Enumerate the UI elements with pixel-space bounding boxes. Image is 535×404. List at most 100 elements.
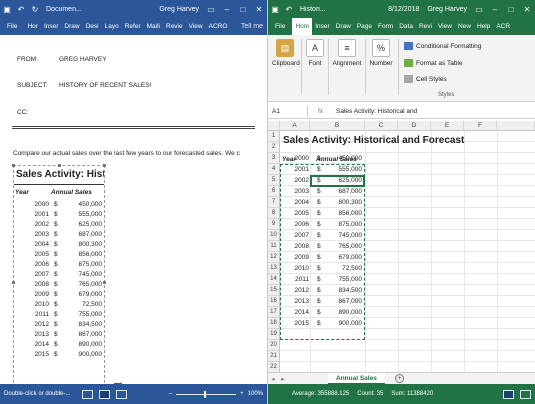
redo-icon[interactable]: ↻ xyxy=(28,0,42,18)
active-cell[interactable] xyxy=(310,175,365,187)
column-header-a[interactable]: A xyxy=(280,121,310,131)
ribbon-display-icon[interactable]: ▭ xyxy=(203,5,219,14)
format-as-table-button[interactable]: Format as Table xyxy=(404,59,462,67)
zoom-in-icon[interactable]: + xyxy=(240,391,244,397)
row-header[interactable]: 8 xyxy=(268,208,280,219)
tab-file[interactable]: File xyxy=(0,18,24,35)
row-header[interactable]: 9 xyxy=(268,219,280,230)
undo-icon[interactable]: ↶ xyxy=(282,0,296,18)
column-header-d[interactable]: D xyxy=(398,121,431,131)
row-header[interactable]: 6 xyxy=(268,186,280,197)
sheet-tab-annual-sales[interactable]: Annual Sales xyxy=(328,372,385,385)
tab-mailings[interactable]: Maili xyxy=(144,18,163,35)
sheet-prev-icon[interactable]: ◂ xyxy=(268,375,278,383)
font-group[interactable]: A Font xyxy=(304,39,326,67)
row-header[interactable]: 1 xyxy=(268,131,280,142)
row-header[interactable]: 20 xyxy=(268,340,280,351)
resize-handle[interactable] xyxy=(103,164,106,167)
worksheet-grid[interactable]: A B C D E F 1 2 3 4 5 6 7 8 9 10 11 12 13 14 15 16 17 18 1… xyxy=(268,121,535,372)
tell-me-box[interactable]: Tell me xyxy=(241,23,267,30)
row-header[interactable]: 5 xyxy=(268,175,280,186)
tab-draw[interactable]: Draw xyxy=(333,18,354,35)
ribbon-display-icon[interactable]: ▭ xyxy=(471,5,487,14)
close-button[interactable]: ✕ xyxy=(519,5,535,14)
clipboard-group[interactable]: ▤ Clipboard xyxy=(272,39,300,67)
column-header-f[interactable]: F xyxy=(464,121,497,131)
year-cell[interactable]: 2000 xyxy=(280,153,309,164)
column-header-b[interactable]: B xyxy=(310,121,365,131)
tab-help[interactable]: Help xyxy=(474,18,493,35)
resize-handle[interactable] xyxy=(12,281,15,284)
tab-layout[interactable]: Layo xyxy=(102,18,122,35)
tab-insert[interactable]: Inser xyxy=(41,18,61,35)
row-header[interactable]: 15 xyxy=(268,285,280,296)
normal-view-icon[interactable] xyxy=(503,389,514,399)
sales-cell[interactable]: 450,000 xyxy=(323,153,363,164)
zoom-out-icon[interactable]: – xyxy=(169,391,172,397)
row-header[interactable]: 16 xyxy=(268,296,280,307)
read-mode-icon[interactable] xyxy=(82,389,94,399)
tab-home[interactable]: Hom xyxy=(292,18,313,35)
close-button[interactable]: ✕ xyxy=(251,5,267,14)
page-layout-view-icon[interactable] xyxy=(520,389,531,399)
word-document[interactable]: FROM: GREG HARVEY SUBJECT: HISTORY OF RE… xyxy=(0,35,267,384)
tab-references[interactable]: Refer xyxy=(122,18,144,35)
zoom-slider-knob[interactable] xyxy=(204,390,207,398)
tab-acrobat[interactable]: ACR xyxy=(493,18,513,35)
number-group[interactable]: % Number xyxy=(367,39,395,67)
tab-file[interactable]: File xyxy=(268,18,292,35)
zoom-level[interactable]: 100% xyxy=(248,391,263,397)
fx-icon[interactable]: fx xyxy=(308,108,333,115)
row-header[interactable]: 13 xyxy=(268,263,280,274)
column-header-e[interactable]: E xyxy=(431,121,464,131)
column-header-c[interactable]: C xyxy=(365,121,398,131)
tab-new[interactable]: New xyxy=(455,18,474,35)
name-box[interactable]: A1 xyxy=(268,105,308,117)
row-header[interactable]: 11 xyxy=(268,241,280,252)
maximize-button[interactable]: □ xyxy=(235,5,251,14)
tab-insert[interactable]: Inser xyxy=(312,18,332,35)
formula-input[interactable]: Sales Activity: Historical and xyxy=(333,108,535,115)
column-header-blank[interactable] xyxy=(497,121,535,131)
embedded-table[interactable]: Sales Activity: Hist Year Annual Sales 2… xyxy=(12,164,106,384)
row-header[interactable]: 14 xyxy=(268,274,280,285)
row-header[interactable]: 19 xyxy=(268,329,280,340)
row-header[interactable]: 7 xyxy=(268,197,280,208)
tab-home[interactable]: Hor xyxy=(24,18,40,35)
row-header[interactable]: 10 xyxy=(268,230,280,241)
resize-handle[interactable] xyxy=(58,164,61,167)
row-header[interactable]: 3 xyxy=(268,153,280,164)
web-layout-icon[interactable] xyxy=(116,389,128,399)
alignment-group[interactable]: ≡ Alignment xyxy=(330,39,364,67)
undo-icon[interactable]: ↶ xyxy=(14,0,28,18)
tab-acrobat[interactable]: ACRO xyxy=(206,18,231,35)
save-icon[interactable]: ▣ xyxy=(268,0,282,18)
tab-review[interactable]: Revie xyxy=(163,18,186,35)
tab-view[interactable]: View xyxy=(435,18,455,35)
maximize-button[interactable]: □ xyxy=(503,5,519,14)
tab-page-layout[interactable]: Page xyxy=(354,18,375,35)
select-all-button[interactable] xyxy=(268,121,280,131)
row-header[interactable]: 2 xyxy=(268,142,280,153)
tab-formulas[interactable]: Form xyxy=(375,18,396,35)
resize-handle[interactable] xyxy=(12,164,15,167)
tab-data[interactable]: Data xyxy=(396,18,416,35)
tab-review[interactable]: Revi xyxy=(416,18,435,35)
print-layout-icon[interactable] xyxy=(99,389,111,399)
resize-handle[interactable] xyxy=(103,281,106,284)
tab-view[interactable]: View xyxy=(186,18,206,35)
sheet-next-icon[interactable]: ▸ xyxy=(278,375,288,383)
minimize-button[interactable]: – xyxy=(219,5,235,14)
conditional-formatting-button[interactable]: Conditional Formatting xyxy=(404,42,481,50)
tab-draw[interactable]: Draw xyxy=(61,18,82,35)
row-header[interactable]: 12 xyxy=(268,252,280,263)
row-header[interactable]: 4 xyxy=(268,164,280,175)
tab-design[interactable]: Desi xyxy=(83,18,102,35)
sheet-title-cell[interactable]: Sales Activity: Historical and Forecast xyxy=(283,135,464,146)
minimize-button[interactable]: – xyxy=(487,5,503,14)
row-header[interactable]: 22 xyxy=(268,362,280,372)
cell-styles-button[interactable]: Cell Styles xyxy=(404,75,447,83)
row-header[interactable]: 17 xyxy=(268,307,280,318)
zoom-slider[interactable] xyxy=(176,390,237,398)
row-header[interactable]: 18 xyxy=(268,318,280,329)
